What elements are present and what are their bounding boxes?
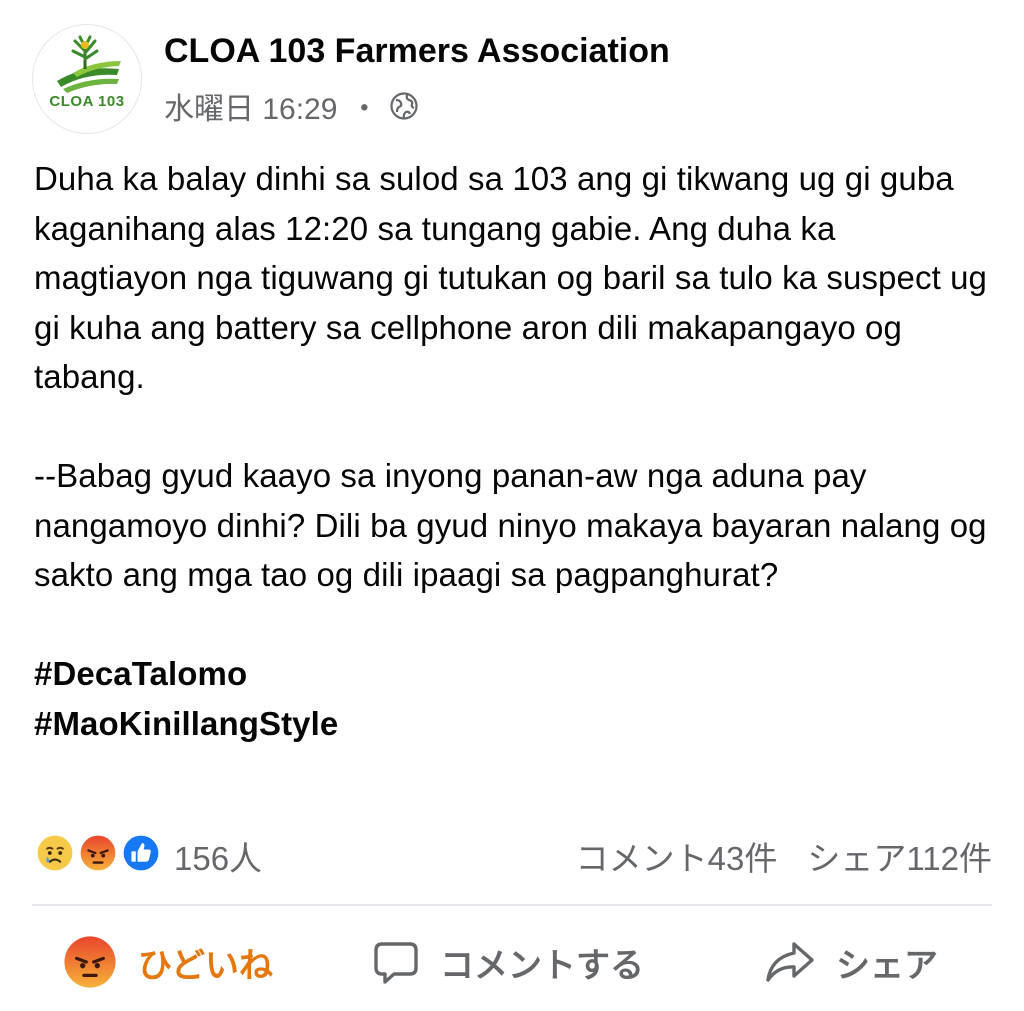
comment-button-label: コメントする	[440, 946, 644, 985]
action-bar: ひどいね コメントする シェア	[32, 930, 992, 994]
post-meta: 水曜日 16:29 ・	[164, 84, 419, 128]
engagement-stats: コメント43件 シェア112件	[576, 832, 992, 880]
react-button[interactable]: ひどいね	[62, 930, 273, 994]
meta-separator: ・	[349, 93, 380, 126]
share-button[interactable]: シェア	[764, 930, 938, 994]
hashtag-link[interactable]: #MaoKinillangStyle	[34, 699, 994, 749]
comment-icon	[374, 942, 418, 984]
sad-icon	[32, 830, 78, 876]
reaction-icons[interactable]	[32, 830, 172, 876]
like-icon	[118, 830, 164, 876]
post-card: CLOA 103 CLOA 103 Farmers Association 水曜…	[0, 0, 1024, 1011]
share-count-link[interactable]: シェア112件	[807, 840, 992, 877]
hashtag-link[interactable]: #DecaTalomo	[34, 649, 994, 699]
post-paragraph: --Babag gyud kaayo sa inyong panan-aw ng…	[34, 457, 987, 593]
page-name-link[interactable]: CLOA 103 Farmers Association	[164, 32, 670, 71]
divider	[32, 904, 992, 906]
page-avatar[interactable]: CLOA 103	[32, 24, 142, 134]
post-header: CLOA 103 CLOA 103 Farmers Association 水曜…	[32, 24, 992, 134]
avatar-label: CLOA 103	[49, 93, 125, 110]
cloa-logo-icon	[57, 35, 121, 93]
share-button-label: シェア	[836, 946, 938, 985]
post-body: Duha ka balay dinhi sa sulod sa 103 ang …	[34, 154, 994, 748]
post-paragraph: Duha ka balay dinhi sa sulod sa 103 ang …	[34, 160, 988, 395]
hashtag-list: #DecaTalomo #MaoKinillangStyle	[34, 649, 994, 748]
reaction-summary: 156人 コメント43件 シェア112件	[32, 828, 992, 878]
globe-icon	[390, 92, 419, 120]
comment-count-link[interactable]: コメント43件	[576, 840, 778, 877]
comment-button[interactable]: コメントする	[372, 930, 644, 994]
angry-icon	[64, 936, 116, 988]
angry-icon	[75, 830, 121, 876]
reaction-count[interactable]: 156人	[174, 832, 262, 880]
post-timestamp[interactable]: 水曜日 16:29	[164, 84, 337, 128]
react-button-label: ひどいね	[138, 946, 273, 985]
share-icon	[766, 942, 814, 982]
